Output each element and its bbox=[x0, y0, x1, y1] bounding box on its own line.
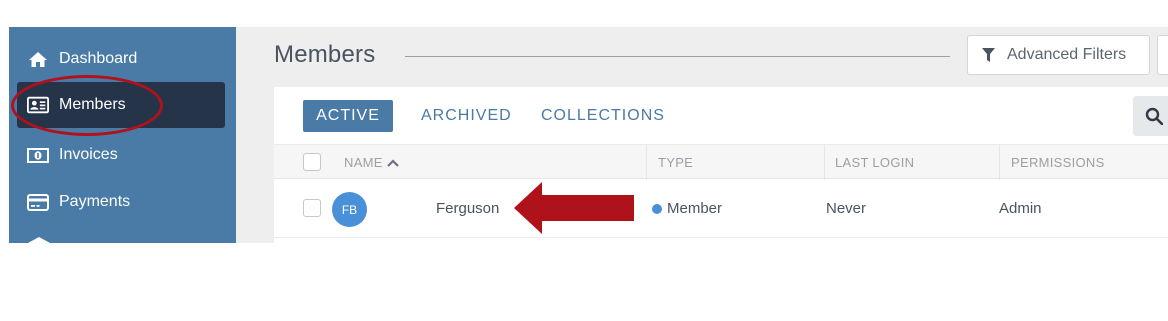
filter-icon bbox=[982, 48, 995, 62]
search-icon bbox=[1145, 107, 1163, 125]
column-permissions-header[interactable]: PERMISSIONS bbox=[1011, 145, 1105, 180]
member-permissions: Admin bbox=[999, 200, 1042, 217]
row-checkbox[interactable] bbox=[303, 199, 321, 217]
member-name[interactable]: Ferguson bbox=[436, 179, 499, 238]
advanced-filters-button[interactable]: Advanced Filters bbox=[967, 35, 1150, 75]
annotation-ellipse bbox=[11, 75, 163, 136]
money-icon bbox=[27, 145, 49, 165]
home-icon bbox=[27, 49, 49, 69]
sidebar: Dashboard Members Invoices Payments bbox=[9, 27, 236, 243]
sidebar-item-payments[interactable]: Payments bbox=[17, 179, 225, 225]
credit-card-icon bbox=[27, 192, 49, 212]
search-button[interactable] bbox=[1133, 96, 1168, 136]
page-title: Members bbox=[274, 41, 376, 68]
select-all-checkbox[interactable] bbox=[303, 153, 321, 171]
sidebar-item-label: Dashboard bbox=[59, 50, 138, 67]
advanced-filters-label: Advanced Filters bbox=[1007, 46, 1127, 63]
more-options-button[interactable] bbox=[1157, 35, 1168, 75]
table-header: NAME TYPE LAST LOGIN PERMISSIONS bbox=[274, 144, 1168, 180]
sidebar-item-label: Invoices bbox=[59, 146, 118, 163]
column-type-header[interactable]: TYPE bbox=[658, 145, 693, 180]
tab-bar: ACTIVE ARCHIVED COLLECTIONS bbox=[274, 87, 1168, 144]
sidebar-item-dashboard[interactable]: Dashboard bbox=[17, 36, 225, 82]
type-indicator-dot bbox=[652, 203, 662, 214]
column-divider bbox=[999, 145, 1000, 180]
column-last-login-header[interactable]: LAST LOGIN bbox=[835, 145, 914, 180]
tab-active[interactable]: ACTIVE bbox=[303, 100, 393, 132]
table-row[interactable]: FB Ferguson Member Never Admin bbox=[274, 179, 1168, 238]
column-name-header[interactable]: NAME bbox=[344, 145, 399, 180]
member-last-login: Never bbox=[826, 200, 867, 217]
annotation-arrow bbox=[514, 182, 634, 234]
tab-archived[interactable]: ARCHIVED bbox=[421, 100, 512, 132]
title-divider bbox=[405, 56, 950, 57]
sidebar-item-label: Payments bbox=[59, 193, 131, 210]
sort-ascending-icon bbox=[386, 158, 399, 167]
avatar[interactable]: FB bbox=[332, 192, 367, 227]
members-panel: ACTIVE ARCHIVED COLLECTIONS NAME TYPE LA… bbox=[274, 87, 1168, 243]
partial-nav-icon bbox=[28, 237, 50, 243]
tab-collections[interactable]: COLLECTIONS bbox=[541, 100, 665, 132]
column-divider bbox=[646, 145, 647, 180]
sidebar-item-invoices[interactable]: Invoices bbox=[17, 132, 225, 178]
column-divider bbox=[824, 145, 825, 180]
member-type: Member bbox=[652, 179, 722, 238]
